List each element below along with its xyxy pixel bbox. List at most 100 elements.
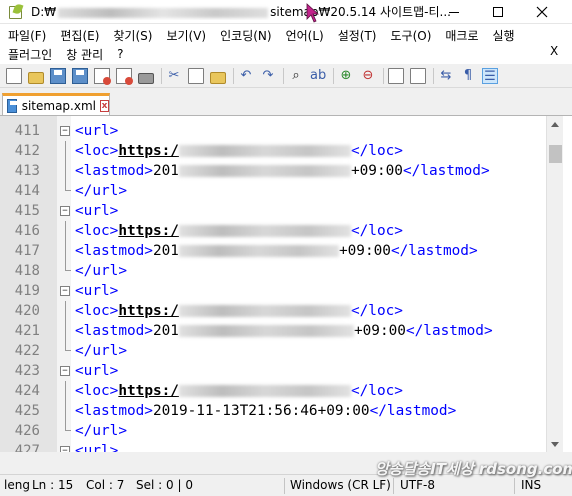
tab-close-icon[interactable]: x xyxy=(99,99,109,112)
loc-url[interactable]: https:/ xyxy=(118,223,179,239)
line-number: 412 xyxy=(14,143,40,159)
status-encoding: UTF-8 xyxy=(400,478,435,492)
line-number: 411 xyxy=(14,123,40,139)
print-icon[interactable] xyxy=(138,73,154,84)
saved-file-icon xyxy=(7,98,17,113)
loc-url[interactable]: https:/ xyxy=(118,143,179,159)
fold-toggle-icon[interactable]: − xyxy=(60,126,70,136)
menu-item-row1-2[interactable]: 찾기(S) xyxy=(106,27,159,44)
paste-icon[interactable] xyxy=(210,71,226,84)
xml-tag: </lastmod> xyxy=(390,243,478,259)
new-file-icon[interactable] xyxy=(6,67,22,84)
code-text: <url> xyxy=(75,361,118,381)
xml-tag: </url> xyxy=(75,423,127,439)
lastmod-value-start: 201 xyxy=(152,243,179,259)
code-text: <loc>https:/ </loc> xyxy=(75,381,403,401)
editor[interactable]: 411− <url> 412 <loc>https:/</loc> 413 <lastmo… xyxy=(0,115,572,452)
undo-icon[interactable]: ↶ xyxy=(238,68,254,84)
minimize-button[interactable] xyxy=(432,0,476,24)
menu-item-row1-4[interactable]: 인코딩(N) xyxy=(213,27,278,44)
menu-item-row1-9[interactable]: 실행 xyxy=(486,27,522,44)
xml-tag: <lastmod> xyxy=(75,163,153,179)
menu-item-row2-0[interactable]: 플러그인 xyxy=(0,46,59,63)
word-wrap-icon[interactable]: ⇆ xyxy=(438,68,454,84)
menu-item-row2-2[interactable]: ? xyxy=(110,47,130,61)
code-text: <url> xyxy=(75,121,118,141)
fold-toggle-icon[interactable]: − xyxy=(60,286,70,296)
maximize-button[interactable] xyxy=(476,0,520,24)
lastmod-value: 2019-11-13T21:56:46+09:00 xyxy=(152,403,370,419)
xml-tag: </lastmod> xyxy=(405,323,493,339)
vertical-scrollbar[interactable] xyxy=(546,116,563,452)
copy-icon[interactable] xyxy=(188,67,204,84)
fold-toggle-icon[interactable]: − xyxy=(60,366,70,376)
replace-icon[interactable]: ab xyxy=(310,68,326,84)
save-all-icon[interactable] xyxy=(72,67,88,84)
sync-horizontal-icon[interactable] xyxy=(410,67,426,84)
find-icon[interactable]: ⌕ xyxy=(288,68,304,84)
cut-icon[interactable]: ✂ xyxy=(166,68,182,84)
blurred-text xyxy=(178,245,339,257)
code-text: <url> xyxy=(75,281,118,301)
code-line: 418 </url> xyxy=(0,261,546,281)
close-document-button[interactable]: X xyxy=(550,44,558,58)
line-number: 413 xyxy=(14,163,40,179)
blurred-text xyxy=(178,165,351,177)
status-line: Ln : 15 xyxy=(32,478,74,492)
fold-toggle-icon[interactable]: − xyxy=(60,446,70,452)
close-file-icon[interactable] xyxy=(94,67,111,85)
menu-item-row1-5[interactable]: 언어(L) xyxy=(279,27,331,44)
fold-end-marker xyxy=(65,261,71,271)
indent-guide-icon[interactable]: ☰ xyxy=(482,67,498,84)
menu-item-row1-8[interactable]: 매크로 xyxy=(438,27,485,44)
code-line: 415 − <url> xyxy=(0,201,546,221)
code-text: </url> xyxy=(75,421,127,441)
scroll-up-icon[interactable] xyxy=(551,122,559,127)
line-number: 414 xyxy=(14,183,40,199)
status-divider xyxy=(514,478,515,494)
menu-item-row2-1[interactable]: 창 관리 xyxy=(59,46,110,63)
close-window-button[interactable] xyxy=(520,0,564,24)
redo-icon[interactable]: ↷ xyxy=(260,68,276,84)
zoom-in-icon[interactable]: ⊕ xyxy=(338,68,354,84)
xml-tag: <lastmod> xyxy=(75,403,153,419)
menu-item-row1-6[interactable]: 설정(T) xyxy=(331,27,384,44)
toolbar: ✂ ↶ ↷ ⌕ ab ⊕ ⊖ ⇆ ¶ ☰ xyxy=(0,64,572,88)
menu-item-row1-3[interactable]: 보기(V) xyxy=(159,27,213,44)
toolbar-separator xyxy=(233,67,234,84)
xml-tag: </url> xyxy=(75,263,127,279)
tab-sitemap-xml[interactable]: sitemap.xml x xyxy=(2,93,110,115)
line-number: 422 xyxy=(14,343,40,359)
xml-tag: <url> xyxy=(75,123,119,139)
menu-item-row1-1[interactable]: 편집(E) xyxy=(53,27,106,44)
toolbar-separator xyxy=(383,67,384,84)
line-number: 424 xyxy=(14,383,40,399)
save-icon[interactable] xyxy=(50,67,66,84)
xml-tag: </loc> xyxy=(350,383,403,399)
menu-item-row1-7[interactable]: 도구(O) xyxy=(384,27,439,44)
menu-item-row1-0[interactable]: 파일(F) xyxy=(0,27,53,44)
scroll-down-icon[interactable] xyxy=(551,442,559,447)
code-text: </url> xyxy=(75,341,127,361)
fold-end-marker xyxy=(65,181,71,191)
loc-url[interactable]: https:/ xyxy=(118,303,179,319)
code-line: 411 − <url> xyxy=(0,121,546,141)
scroll-thumb[interactable] xyxy=(549,145,562,163)
maximize-icon xyxy=(493,7,503,17)
zoom-out-icon[interactable]: ⊖ xyxy=(360,68,376,84)
lastmod-value-end: +09:00 xyxy=(353,323,406,339)
status-column: Col : 7 xyxy=(86,478,125,492)
sync-vertical-icon[interactable] xyxy=(388,67,404,84)
fold-line-marker xyxy=(65,301,66,321)
loc-url[interactable]: https:/ xyxy=(118,383,179,399)
toolbar-separator xyxy=(161,67,162,84)
fold-line-marker xyxy=(65,321,66,341)
code-text: <url> xyxy=(75,201,118,221)
open-folder-icon[interactable] xyxy=(28,71,44,84)
fold-line-marker xyxy=(65,221,66,241)
show-all-characters-icon[interactable]: ¶ xyxy=(460,68,476,84)
close-all-icon[interactable] xyxy=(116,67,133,85)
fold-line-marker xyxy=(65,161,66,181)
fold-toggle-icon[interactable]: − xyxy=(60,206,70,216)
code-line: 422 </url> xyxy=(0,341,546,361)
